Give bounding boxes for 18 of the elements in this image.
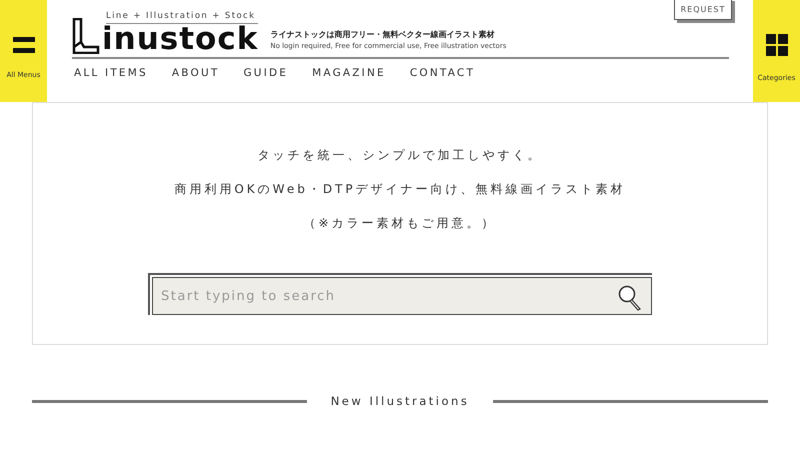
grid-icon (766, 34, 788, 56)
logo-text: inustock (102, 24, 258, 54)
request-button[interactable]: REQUEST (674, 0, 732, 20)
site-description: ライナストックは商用フリー・無料ベクター線画イラスト素材 (270, 29, 496, 40)
section-heading: New Illustrations (330, 394, 470, 408)
nav-link[interactable]: ALL ITEMS (74, 67, 148, 79)
search-field[interactable]: Start typing to search (152, 277, 652, 315)
search-icon[interactable] (618, 285, 642, 311)
logo-tagline: Line + Illustration + Stock (106, 11, 258, 24)
intro-text: 商用利用OKのWeb・DTPデザイナー向け、無料線画イラスト素材 (174, 181, 626, 198)
menu-icon (12, 37, 34, 53)
nav-link[interactable]: GUIDE (243, 67, 288, 79)
logo-l-icon (72, 18, 100, 54)
nav-link[interactable]: ABOUT (172, 67, 220, 79)
intro-text: タッチを統一、シンプルで加工しやすく。 (258, 147, 542, 164)
nav-link[interactable]: CONTACT (410, 67, 476, 79)
nav-link[interactable]: MAGAZINE (312, 67, 386, 79)
intro-text: （※カラー素材もご用意。） (303, 215, 497, 232)
